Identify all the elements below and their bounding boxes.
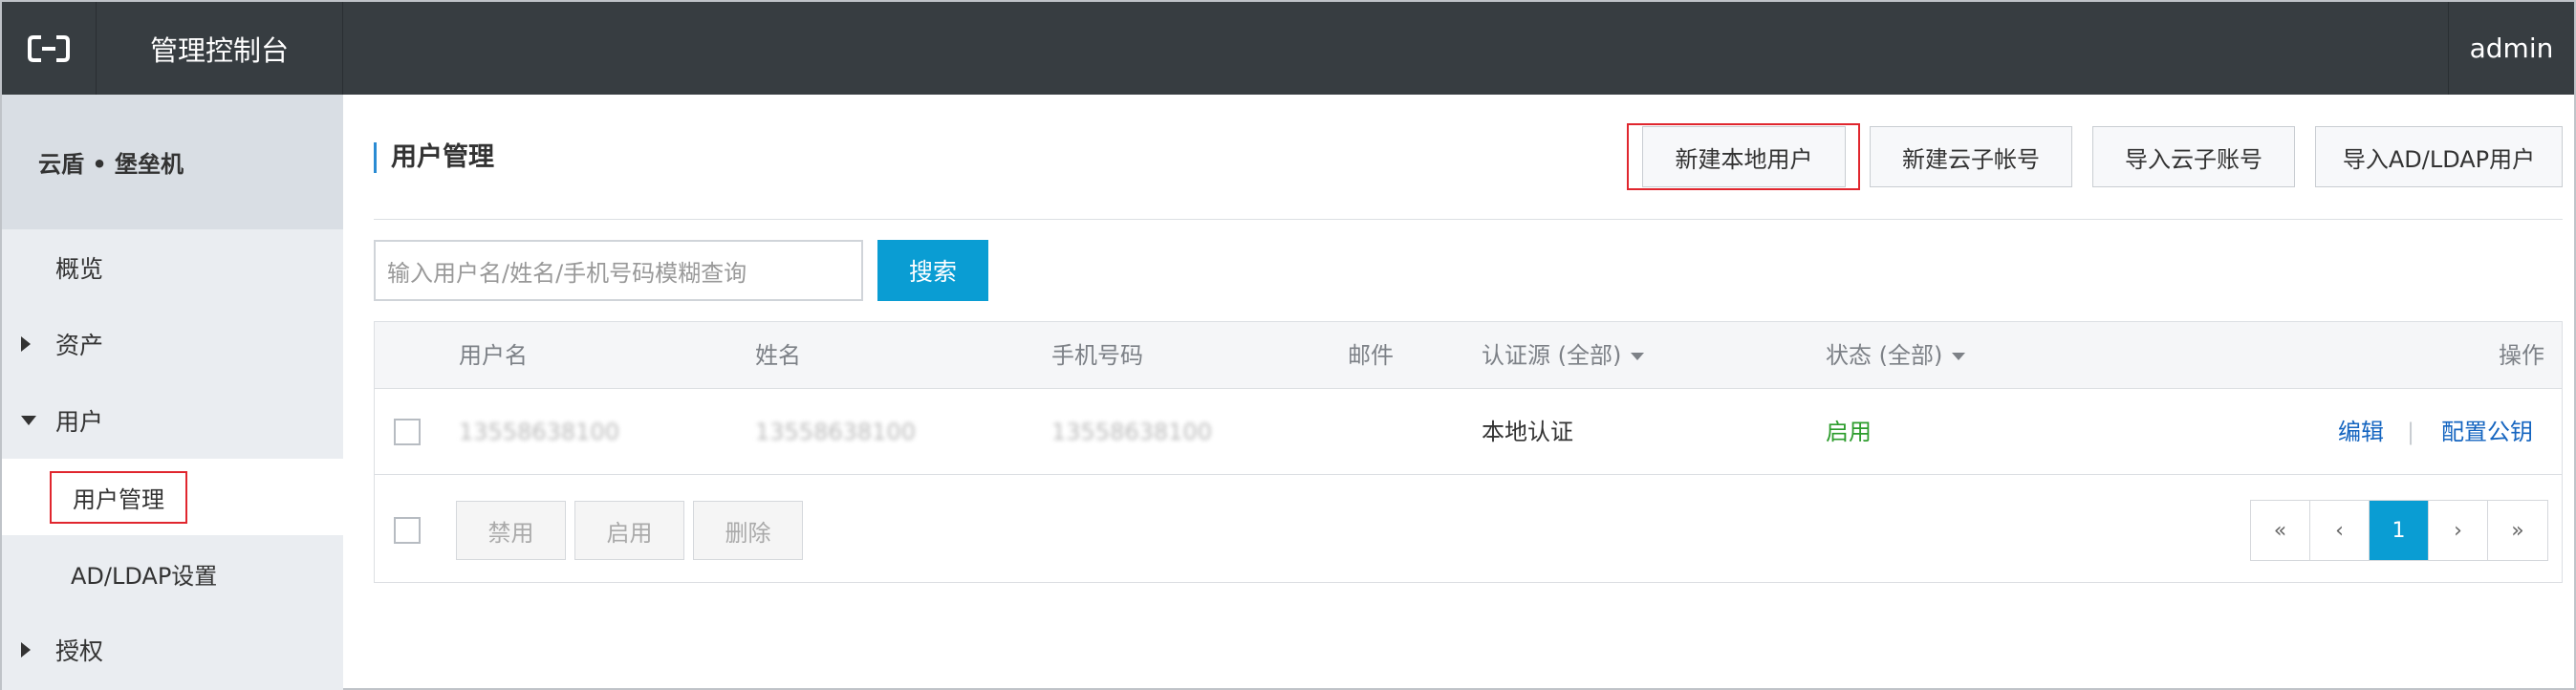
sidebar-item-label: 授权 <box>55 637 104 665</box>
column-header-email: 邮件 <box>1348 342 1394 369</box>
new-cloud-sub-account-button[interactable]: 新建云子帐号 <box>1870 126 2072 187</box>
pagination: « ‹ 1 › » <box>2250 500 2548 561</box>
caret-right-icon <box>21 642 31 658</box>
disable-button[interactable]: 禁用 <box>456 501 566 560</box>
logo[interactable] <box>2 2 97 95</box>
sidebar-item-assets[interactable]: 资产 <box>2 306 343 382</box>
column-header-name: 姓名 <box>755 342 801 369</box>
top-header: 管理控制台 admin <box>2 2 2574 95</box>
console-title[interactable]: 管理控制台 <box>97 2 343 95</box>
import-ad-ldap-user-button[interactable]: 导入AD/LDAP用户 <box>2315 126 2563 187</box>
sidebar-item-ad-ldap-settings[interactable]: AD/LDAP设置 <box>2 535 343 612</box>
enable-button[interactable]: 启用 <box>574 501 684 560</box>
select-all-checkbox[interactable] <box>394 517 421 544</box>
auth-source-filter-label: 认证源 (全部) <box>1482 342 1622 369</box>
cell-name: 13558638100 <box>755 419 916 445</box>
search-input[interactable]: 输入用户名/姓名/手机号码模糊查询 <box>374 240 863 301</box>
product-name: 云盾 • 堡垒机 <box>2 95 343 229</box>
first-page-button[interactable]: « <box>2251 501 2310 560</box>
divider <box>374 219 2563 220</box>
cell-auth-source: 本地认证 <box>1482 419 1573 445</box>
row-checkbox[interactable] <box>394 419 421 445</box>
table-footer: 禁用 启用 删除 « ‹ 1 › » <box>375 476 2562 583</box>
last-page-button[interactable]: » <box>2488 501 2547 560</box>
sidebar-item-users[interactable]: 用户 <box>2 382 343 459</box>
next-page-button[interactable]: › <box>2429 501 2488 560</box>
page-number-button[interactable]: 1 <box>2370 501 2429 560</box>
column-header-username: 用户名 <box>459 342 528 369</box>
caret-right-icon <box>21 336 31 352</box>
sidebar-item-user-management[interactable]: 用户管理 <box>2 459 343 535</box>
main-content: 用户管理 新建本地用户 新建云子帐号 导入云子账号 导入AD/LDAP用户 输入… <box>343 95 2574 690</box>
aliyun-logo-icon <box>28 34 70 62</box>
sidebar-item-overview[interactable]: 概览 <box>2 229 343 306</box>
caret-down-icon <box>21 416 36 425</box>
column-header-actions: 操作 <box>2499 342 2544 369</box>
sidebar: 云盾 • 堡垒机 概览 资产 用户 用户管理 AD/LDAP设置 授权 <box>2 95 343 690</box>
sidebar-item-label: 用户管理 <box>50 470 187 524</box>
cell-status: 启用 <box>1826 419 1872 445</box>
caret-down-icon <box>1631 353 1645 360</box>
cell-username: 13558638100 <box>459 419 619 445</box>
sidebar-item-label: 资产 <box>55 332 104 359</box>
user-table: 用户名 姓名 手机号码 邮件 认证源 (全部) 状态 (全部) 操作 13558… <box>374 321 2563 583</box>
action-separator: | <box>2407 419 2415 445</box>
caret-down-icon <box>1952 353 1966 360</box>
sidebar-item-label: 用户 <box>55 408 104 436</box>
sidebar-item-label: AD/LDAP设置 <box>71 562 218 590</box>
page-title: 用户管理 <box>374 142 494 173</box>
status-filter-label: 状态 (全部) <box>1826 342 1943 369</box>
table-header: 用户名 姓名 手机号码 邮件 认证源 (全部) 状态 (全部) 操作 <box>375 322 2562 389</box>
user-menu[interactable]: admin <box>2448 2 2574 95</box>
new-local-user-button[interactable]: 新建本地用户 <box>1642 126 1846 187</box>
column-header-auth-source[interactable]: 认证源 (全部) <box>1482 322 1645 389</box>
search-button[interactable]: 搜索 <box>877 240 988 301</box>
page: 管理控制台 admin 云盾 • 堡垒机 概览 资产 用户 用户管理 AD/LD… <box>0 0 2576 690</box>
import-cloud-sub-account-button[interactable]: 导入云子账号 <box>2092 126 2295 187</box>
edit-link[interactable]: 编辑 <box>2338 390 2384 475</box>
column-header-status[interactable]: 状态 (全部) <box>1826 322 1966 389</box>
column-header-phone: 手机号码 <box>1051 342 1143 369</box>
sidebar-item-authorization[interactable]: 授权 <box>2 612 343 688</box>
delete-button[interactable]: 删除 <box>693 501 803 560</box>
cell-phone: 13558638100 <box>1051 419 1212 445</box>
sidebar-item-label: 概览 <box>55 255 104 283</box>
prev-page-button[interactable]: ‹ <box>2310 501 2370 560</box>
configure-public-key-link[interactable]: 配置公钥 <box>2441 390 2533 475</box>
table-row: 13558638100 13558638100 13558638100 本地认证… <box>375 390 2562 475</box>
